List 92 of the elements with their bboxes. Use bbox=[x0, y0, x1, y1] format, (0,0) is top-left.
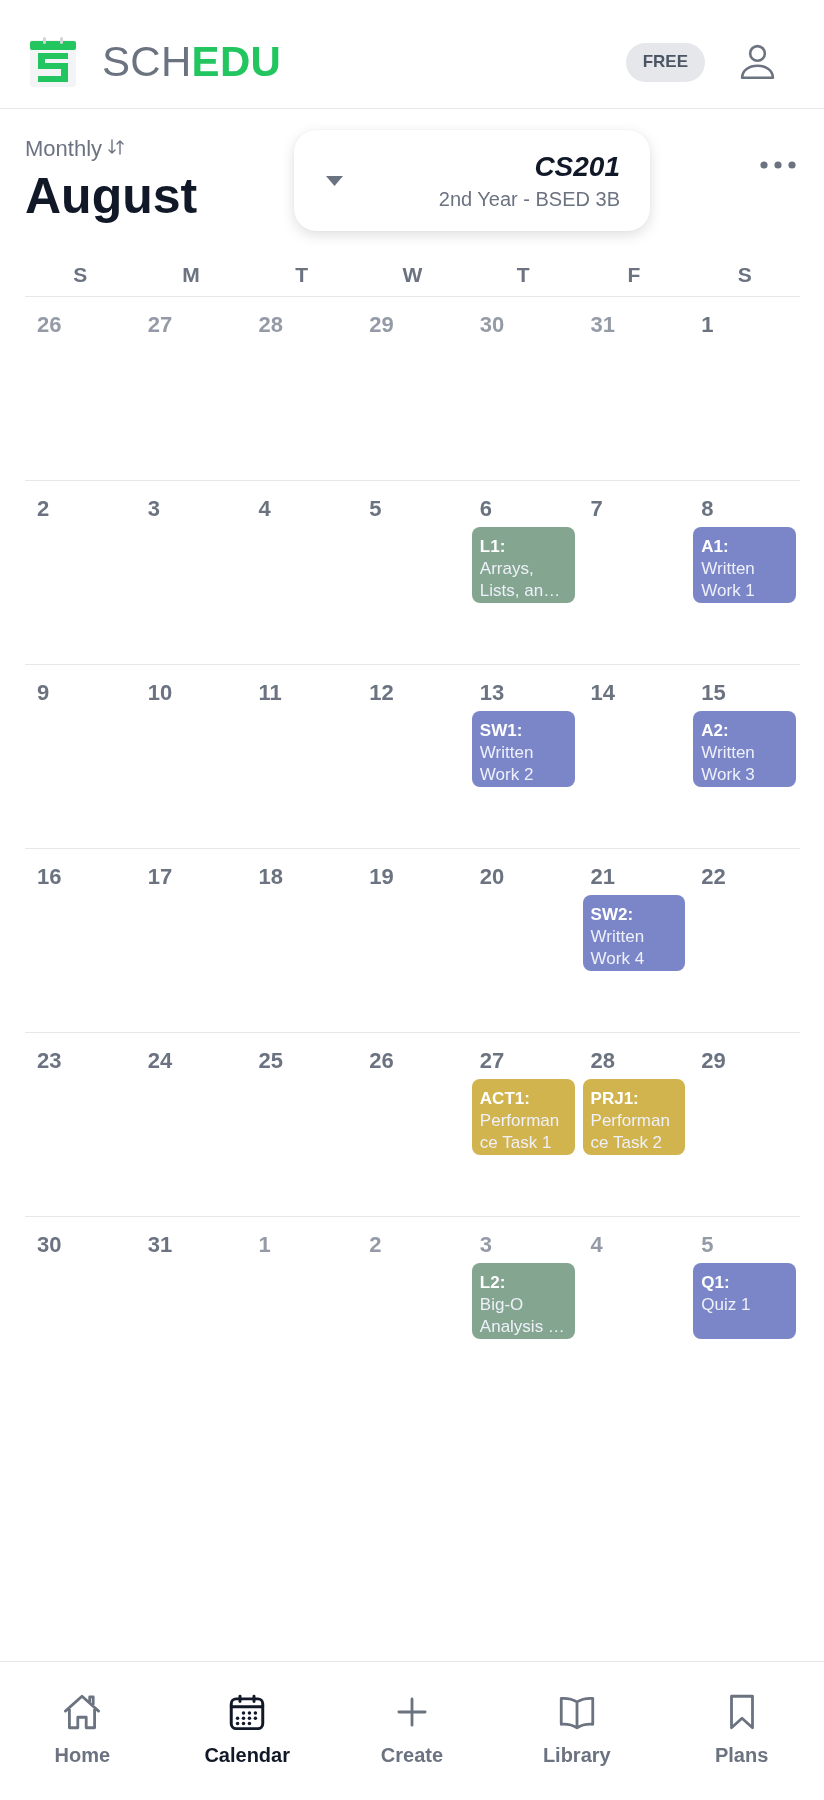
day-number: 3 bbox=[146, 495, 160, 522]
day-number: 29 bbox=[368, 311, 394, 338]
day-number: 21 bbox=[589, 863, 616, 890]
day-number: 27 bbox=[478, 1047, 505, 1074]
day-number: 16 bbox=[36, 863, 62, 890]
day-number: 19 bbox=[368, 863, 394, 890]
sort-icon bbox=[107, 138, 126, 156]
day-number: 11 bbox=[257, 679, 282, 706]
day-number: 31 bbox=[146, 1231, 173, 1258]
day-number: 30 bbox=[36, 1231, 62, 1258]
class-dropdown[interactable]: CS201 2nd Year - BSED 3B bbox=[294, 130, 650, 231]
event-title: Performance Task 2 bbox=[590, 1110, 671, 1154]
day-number: 28 bbox=[257, 311, 283, 338]
class-section: 2nd Year - BSED 3B bbox=[438, 186, 620, 211]
day-number: 4 bbox=[589, 1231, 603, 1258]
month-title: August bbox=[25, 168, 199, 224]
nav-tab[interactable]: Plans bbox=[714, 1662, 769, 1767]
event-code: SW1: bbox=[479, 720, 524, 742]
event-title: Written Work 3 bbox=[701, 742, 756, 786]
event-title: Big-O Analysis … bbox=[479, 1294, 566, 1338]
day-number: 13 bbox=[478, 679, 505, 706]
weekday-label: W bbox=[401, 263, 424, 287]
event-code: L1: bbox=[479, 536, 507, 558]
view-mode-button[interactable]: Monthly bbox=[25, 136, 126, 162]
event-title: Arrays, Lists, an… bbox=[479, 558, 562, 602]
day-number: 14 bbox=[589, 679, 616, 706]
event-code: A2: bbox=[701, 720, 730, 742]
day-number: 9 bbox=[36, 679, 50, 706]
event-card[interactable]: SW1: Written Work 2 bbox=[471, 711, 575, 787]
event-code: A1: bbox=[701, 536, 730, 558]
event-code: SW2: bbox=[590, 904, 635, 926]
day-number: 25 bbox=[257, 1047, 283, 1074]
day-number: 12 bbox=[368, 679, 394, 706]
event-card[interactable]: SW2: Written Work 4 bbox=[582, 895, 686, 971]
day-number: 18 bbox=[257, 863, 283, 890]
weekday-label: F bbox=[626, 263, 642, 287]
event-title: Quiz 1 bbox=[701, 1294, 752, 1316]
event-code: ACT1: bbox=[479, 1088, 531, 1110]
weekday-label: T bbox=[294, 263, 310, 287]
event-title: Performance Task 1 bbox=[479, 1110, 561, 1154]
day-number: 30 bbox=[478, 311, 505, 338]
day-number: 5 bbox=[700, 1231, 714, 1258]
day-number: 10 bbox=[146, 679, 173, 706]
more-icon[interactable] bbox=[760, 161, 796, 169]
day-number: 1 bbox=[257, 1231, 271, 1258]
nav-tab[interactable]: Calendar bbox=[204, 1662, 290, 1767]
event-code: L2: bbox=[479, 1272, 507, 1294]
event-card[interactable]: A2: Written Work 3 bbox=[693, 711, 796, 787]
weekday-label: T bbox=[515, 263, 531, 287]
event-title: Written Work 4 bbox=[590, 926, 646, 970]
weekday-label: S bbox=[736, 263, 753, 287]
day-number: 20 bbox=[478, 863, 505, 890]
event-card[interactable]: PRJ1: Performance Task 2 bbox=[582, 1079, 686, 1155]
day-number: 28 bbox=[589, 1047, 616, 1074]
day-number: 8 bbox=[700, 495, 714, 522]
day-number: 22 bbox=[700, 863, 726, 890]
event-card[interactable]: L1: Arrays, Lists, an… bbox=[471, 527, 575, 603]
nav-tab[interactable]: Library bbox=[542, 1662, 611, 1767]
event-card[interactable]: ACT1: Performance Task 1 bbox=[471, 1079, 575, 1155]
day-number: 27 bbox=[146, 311, 173, 338]
event-code: PRJ1: bbox=[590, 1088, 640, 1110]
day-number: 26 bbox=[36, 311, 62, 338]
weekday-label: M bbox=[181, 263, 201, 287]
event-code: Q1: bbox=[701, 1272, 731, 1294]
day-number: 4 bbox=[257, 495, 271, 522]
day-number: 15 bbox=[700, 679, 726, 706]
day-number: 2 bbox=[36, 495, 50, 522]
event-card[interactable]: A1: Written Work 1 bbox=[693, 527, 796, 603]
event-card[interactable]: L2: Big-O Analysis … bbox=[471, 1263, 575, 1339]
day-number: 2 bbox=[368, 1231, 382, 1258]
day-number: 7 bbox=[589, 495, 603, 522]
nav-tab[interactable]: Home bbox=[54, 1662, 111, 1767]
day-number: 6 bbox=[478, 495, 493, 522]
plan-badge: FREE bbox=[625, 42, 705, 82]
event-title: Written Work 1 bbox=[701, 558, 756, 602]
nav-tab[interactable]: Create bbox=[380, 1662, 444, 1767]
class-code: CS201 bbox=[533, 150, 620, 183]
event-card[interactable]: Q1: Quiz 1 bbox=[693, 1263, 796, 1339]
day-number: 17 bbox=[146, 863, 173, 890]
day-number: 5 bbox=[368, 495, 382, 522]
day-number: 23 bbox=[36, 1047, 62, 1074]
logo-icon bbox=[30, 37, 76, 87]
day-number: 24 bbox=[146, 1047, 173, 1074]
day-number: 3 bbox=[478, 1231, 493, 1258]
day-number: 29 bbox=[700, 1047, 726, 1074]
caret-icon bbox=[326, 175, 343, 186]
day-number: 1 bbox=[700, 311, 714, 338]
day-number: 26 bbox=[368, 1047, 394, 1074]
event-title: Written Work 2 bbox=[479, 742, 535, 786]
weekday-label: S bbox=[72, 263, 89, 287]
brand-wordmark: SCHEDU bbox=[102, 37, 282, 87]
day-number: 31 bbox=[589, 311, 616, 338]
